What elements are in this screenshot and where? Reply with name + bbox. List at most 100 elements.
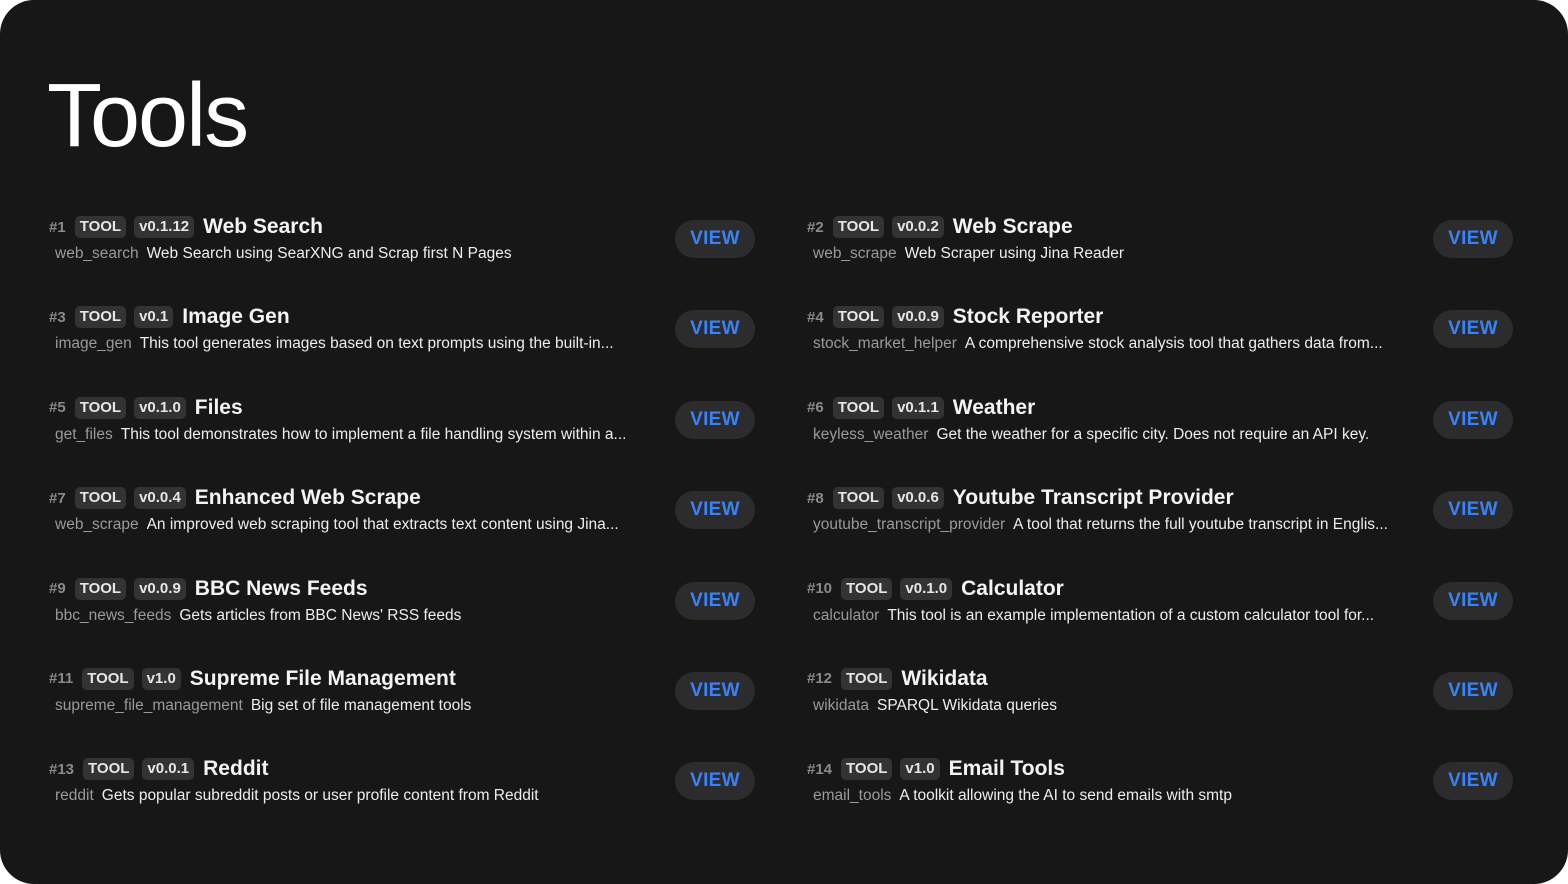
tool-title: Youtube Transcript Provider (952, 486, 1234, 510)
view-button[interactable]: VIEW (675, 671, 755, 710)
tool-header: #11 TOOL v1.0 Supreme File Management (49, 667, 456, 691)
tool-number: #13 (49, 760, 75, 778)
view-button[interactable]: VIEW (675, 581, 755, 620)
view-button[interactable]: VIEW (675, 220, 755, 258)
tool-id: wikidata (813, 696, 869, 714)
tool-id: reddit (55, 787, 94, 805)
tool-header: #12 TOOL Wikidata (807, 667, 988, 691)
tool-number: #14 (807, 760, 833, 778)
tool-number: #12 (807, 670, 833, 688)
tool-type-badge: TOOL (74, 396, 127, 419)
tool-subline: web_search Web Search using SearXNG and … (55, 245, 645, 263)
tool-number: #7 (49, 489, 66, 507)
tool-number: #6 (807, 399, 824, 417)
tool-type-badge: TOOL (832, 306, 885, 329)
tool-version-badge: v1.0 (900, 758, 940, 781)
tool-header: #1 TOOL v0.1.12 Web Search (49, 215, 323, 239)
tool-item: #5 TOOL v0.1.0 Files get_files This tool… (49, 391, 755, 481)
tool-header: #2 TOOL v0.0.2 Web Scrape (807, 215, 1073, 239)
tool-id: email_tools (813, 787, 892, 805)
view-button[interactable]: VIEW (675, 400, 755, 439)
tool-header: #10 TOOL v0.1.0 Calculator (807, 577, 1064, 601)
tool-subline: bbc_news_feeds Gets articles from BBC Ne… (55, 607, 645, 625)
tool-type-badge: TOOL (74, 216, 127, 238)
tool-version-badge: v0.1 (134, 306, 174, 329)
view-button[interactable]: VIEW (1433, 581, 1513, 620)
tool-item: #10 TOOL v0.1.0 Calculator calculator Th… (807, 572, 1513, 662)
tool-title: Stock Reporter (952, 305, 1104, 329)
tool-type-badge: TOOL (832, 396, 885, 419)
tool-title: Files (194, 395, 243, 419)
tool-title: Wikidata (901, 666, 988, 690)
view-button[interactable]: VIEW (675, 491, 755, 530)
tool-type-badge: TOOL (74, 577, 127, 600)
tool-item: #3 TOOL v0.1 Image Gen image_gen This to… (49, 300, 755, 390)
view-button[interactable]: VIEW (1433, 762, 1513, 801)
tool-subline: keyless_weather Get the weather for a sp… (813, 426, 1413, 444)
tool-version-badge: v0.0.1 (142, 758, 195, 781)
tool-subline: stock_market_helper A comprehensive stoc… (813, 335, 1413, 353)
tool-item: #1 TOOL v0.1.12 Web Search web_search We… (49, 210, 755, 300)
tool-header: #4 TOOL v0.0.9 Stock Reporter (807, 305, 1103, 329)
tool-type-badge: TOOL (83, 758, 135, 781)
tool-item: #7 TOOL v0.0.4 Enhanced Web Scrape web_s… (49, 481, 755, 571)
tool-version-badge: v0.0.9 (892, 306, 944, 329)
tool-subline: web_scrape An improved web scraping tool… (55, 516, 645, 534)
view-button[interactable]: VIEW (675, 762, 755, 801)
tool-subline: supreme_file_management Big set of file … (55, 697, 645, 715)
tool-header: #6 TOOL v0.1.1 Weather (807, 396, 1035, 420)
tool-version-badge: v0.0.9 (134, 577, 186, 600)
tool-item: #14 TOOL v1.0 Email Tools email_tools A … (807, 752, 1513, 842)
view-button[interactable]: VIEW (675, 310, 755, 349)
tool-number: #9 (49, 580, 66, 598)
tool-version-badge: v0.1.12 (134, 216, 195, 238)
tool-item: #13 TOOL v0.0.1 Reddit reddit Gets popul… (49, 752, 755, 842)
tool-id: web_scrape (813, 245, 897, 262)
tool-description: Get the weather for a specific city. Doe… (936, 425, 1370, 443)
tool-description: A tool that returns the full youtube tra… (1013, 516, 1388, 534)
tool-type-badge: TOOL (841, 667, 893, 690)
tool-header: #13 TOOL v0.0.1 Reddit (49, 757, 268, 781)
tool-description: This tool is an example implementation o… (887, 606, 1375, 624)
tool-id: keyless_weather (813, 425, 929, 443)
tool-version-badge: v0.1.0 (134, 396, 186, 419)
tool-title: Web Search (203, 215, 323, 238)
tool-title: Email Tools (948, 757, 1065, 781)
tool-version-badge: v1.0 (141, 667, 181, 690)
tool-number: #8 (807, 489, 824, 507)
tool-id: get_files (55, 425, 113, 443)
tool-header: #5 TOOL v0.1.0 Files (49, 396, 243, 420)
tool-subline: calculator This tool is an example imple… (813, 607, 1413, 625)
tools-grid: #1 TOOL v0.1.12 Web Search web_search We… (49, 210, 1513, 843)
tool-number: #2 (807, 218, 824, 236)
view-button[interactable]: VIEW (1433, 400, 1513, 439)
tool-title: Web Scrape (952, 215, 1073, 238)
tool-subline: email_tools A toolkit allowing the AI to… (813, 787, 1413, 805)
tool-version-badge: v0.0.2 (892, 216, 944, 238)
tool-id: web_search (55, 245, 139, 262)
tool-description: Web Scraper using Jina Reader (904, 245, 1124, 262)
tool-version-badge: v0.0.4 (134, 487, 186, 510)
view-button[interactable]: VIEW (1433, 491, 1513, 530)
tools-page: Tools #1 TOOL v0.1.12 Web Search web_sea… (0, 0, 1568, 884)
tool-subline: wikidata SPARQL Wikidata queries (813, 697, 1413, 715)
view-button[interactable]: VIEW (1433, 671, 1513, 710)
tool-type-badge: TOOL (82, 667, 134, 690)
tool-id: calculator (813, 606, 880, 624)
tool-item: #4 TOOL v0.0.9 Stock Reporter stock_mark… (807, 300, 1513, 390)
tool-id: supreme_file_management (55, 696, 243, 714)
tool-header: #3 TOOL v0.1 Image Gen (49, 305, 290, 329)
tool-description: This tool demonstrates how to implement … (120, 425, 627, 443)
tool-description: Big set of file management tools (250, 696, 472, 714)
tool-subline: youtube_transcript_provider A tool that … (813, 516, 1413, 534)
tool-description: A toolkit allowing the AI to send emails… (899, 787, 1232, 805)
tool-header: #8 TOOL v0.0.6 Youtube Transcript Provid… (807, 486, 1234, 510)
tool-item: #11 TOOL v1.0 Supreme File Management su… (49, 662, 755, 752)
tool-description: A comprehensive stock analysis tool that… (964, 335, 1383, 353)
tool-number: #1 (49, 218, 66, 236)
tool-id: bbc_news_feeds (55, 606, 172, 624)
tool-type-badge: TOOL (841, 758, 893, 781)
view-button[interactable]: VIEW (1433, 220, 1513, 258)
view-button[interactable]: VIEW (1433, 310, 1513, 349)
tool-type-badge: TOOL (832, 487, 885, 510)
